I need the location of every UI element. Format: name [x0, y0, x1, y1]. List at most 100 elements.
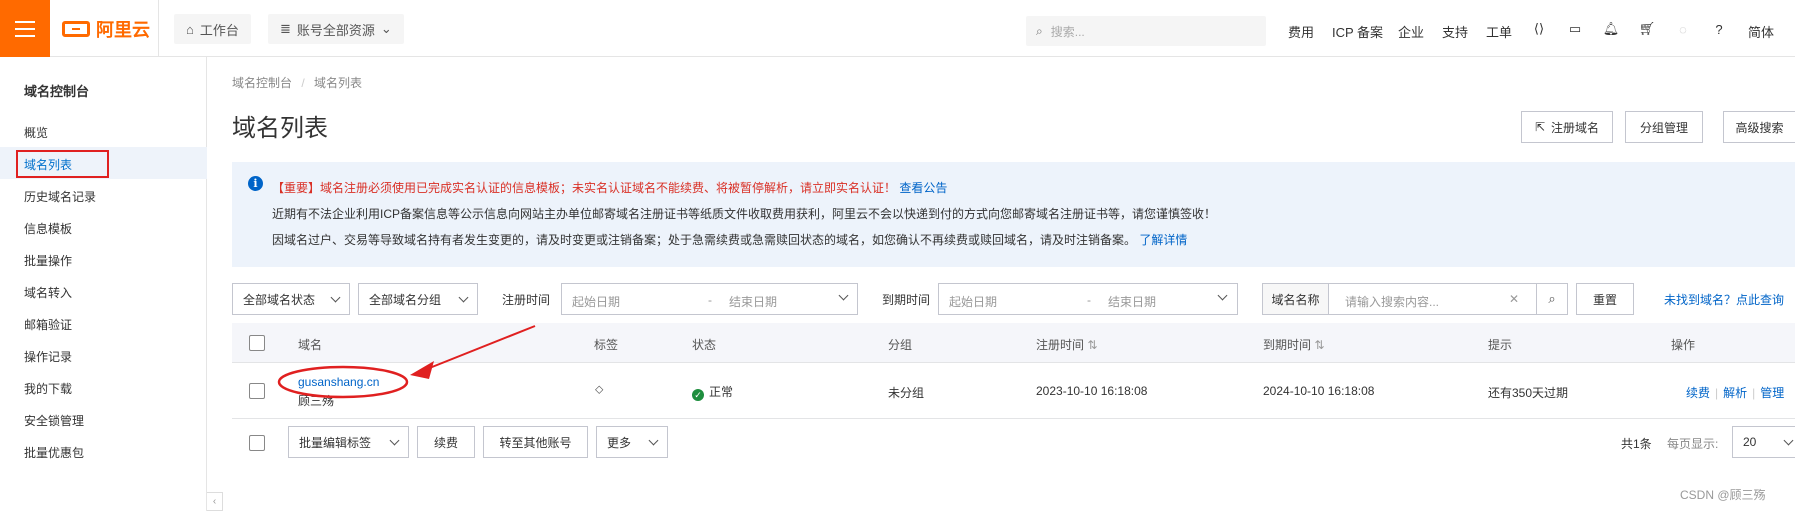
- sidebar-title: 域名控制台: [24, 84, 90, 99]
- reg-end-date[interactable]: 结束日期: [729, 293, 777, 310]
- sidebar-item-overview[interactable]: 概览: [24, 124, 48, 141]
- footer-select-all-checkbox[interactable]: [249, 435, 265, 451]
- reg-time-value: 2023-10-10 16:18:08: [1036, 384, 1148, 398]
- breadcrumb-current: 域名列表: [314, 76, 363, 90]
- sidebar: 域名控制台 概览 域名列表 历史域名记录 信息模板 批量操作 域名转入 邮箱验证…: [0, 57, 207, 511]
- help-icon[interactable]: ?: [1711, 21, 1727, 37]
- sidebar-item-security-lock[interactable]: 安全锁管理: [24, 412, 84, 429]
- breadcrumb-separator: /: [301, 76, 305, 90]
- col-domain: 域名: [298, 338, 323, 352]
- chevron-down-icon: [458, 292, 469, 302]
- sidebar-item-templates[interactable]: 信息模板: [24, 220, 72, 237]
- batch-renew-label: 续费: [433, 435, 458, 450]
- status-cell: ✓ 正常: [692, 383, 733, 401]
- transfer-account-button[interactable]: 转至其他账号: [483, 426, 588, 458]
- group-manage-label: 分组管理: [1639, 120, 1688, 135]
- renew-link[interactable]: 续费: [1686, 386, 1710, 400]
- learn-more-link[interactable]: 了解详情: [1139, 233, 1187, 247]
- col-reg-time[interactable]: 注册时间 ⇅: [1036, 336, 1097, 353]
- watermark: CSDN @顾三殇: [1680, 488, 1766, 502]
- range-separator: -: [1087, 293, 1091, 307]
- bell-icon[interactable]: 🔔︎: [1603, 21, 1620, 37]
- top-link-ticket[interactable]: 工单: [1486, 22, 1512, 41]
- sort-icon: ⇅: [1087, 338, 1098, 352]
- col-expire-time[interactable]: 到期时间 ⇅: [1263, 336, 1324, 353]
- annotation-highlight-box: [16, 150, 109, 178]
- select-all-checkbox[interactable]: [249, 335, 265, 351]
- breadcrumb: 域名控制台 / 域名列表: [232, 74, 362, 91]
- col-hint: 提示: [1488, 338, 1513, 352]
- page-size-select[interactable]: 20: [1732, 426, 1795, 458]
- more-select[interactable]: 更多: [596, 426, 668, 458]
- notice-important-text: 【重要】域名注册必须使用已完成实名认证的信息模板；未实名认证域名不能续费、将被暂…: [272, 181, 897, 195]
- chevron-down-icon: ⌄: [380, 21, 392, 36]
- code-icon[interactable]: ⟨⟩: [1531, 21, 1547, 37]
- search-button[interactable]: ⌕: [1536, 283, 1568, 315]
- expire-hint: 还有350天过期: [1488, 386, 1569, 400]
- sidebar-item-downloads[interactable]: 我的下载: [24, 380, 72, 397]
- search-icon: ⌕: [1548, 291, 1556, 306]
- cart-icon[interactable]: 🛒︎: [1639, 21, 1656, 37]
- sidebar-item-history[interactable]: 历史域名记录: [24, 188, 96, 205]
- sidebar-item-op-log[interactable]: 操作记录: [24, 348, 72, 365]
- sidebar-item-batch[interactable]: 批量操作: [24, 252, 72, 269]
- language-switch[interactable]: 简体: [1748, 22, 1774, 41]
- top-link-support[interactable]: 支持: [1442, 22, 1468, 41]
- row-checkbox[interactable]: [249, 383, 265, 399]
- view-announcement-link[interactable]: 查看公告: [899, 181, 947, 195]
- top-link-icp[interactable]: ICP 备案: [1332, 22, 1383, 41]
- expire-time-range-picker[interactable]: 起始日期 - 结束日期: [938, 283, 1238, 315]
- notice-line-2: 近期有不法企业利用ICP备案信息等公示信息向网站主办单位邮寄域名注册证书等纸质文…: [272, 207, 1217, 221]
- expire-end-date[interactable]: 结束日期: [1108, 293, 1156, 310]
- range-separator: -: [708, 293, 712, 307]
- notice-line-3: 因域名过户、交易等导致域名持有者发生变更的，请及时变更或注销备案；处于急需续费或…: [272, 231, 1187, 248]
- expire-time-label: 到期时间: [882, 293, 931, 307]
- account-scope-select[interactable]: ≣ 账号全部资源 ⌄: [268, 14, 404, 44]
- clear-icon[interactable]: ✕: [1509, 292, 1519, 306]
- search-placeholder: 请输入搜索内容...: [1345, 295, 1440, 309]
- domain-group-select[interactable]: 全部域名分组: [358, 283, 478, 315]
- domain-search-input[interactable]: 域名名称 请输入搜索内容... ✕: [1262, 283, 1537, 315]
- manage-link[interactable]: 管理: [1760, 386, 1784, 400]
- resolve-link[interactable]: 解析: [1723, 386, 1747, 400]
- register-domain-label: 注册域名: [1551, 120, 1600, 135]
- expire-start-date[interactable]: 起始日期: [949, 293, 997, 310]
- group-manage-button[interactable]: 分组管理: [1625, 111, 1703, 143]
- search-key-select[interactable]: 域名名称: [1263, 284, 1329, 314]
- register-domain-button[interactable]: ⇱ 注册域名: [1521, 111, 1613, 143]
- terminal-icon[interactable]: ▭: [1567, 21, 1583, 37]
- top-link-enterprise[interactable]: 企业: [1398, 22, 1424, 41]
- page-title: 域名列表: [232, 115, 328, 142]
- tag-icon[interactable]: ⬦: [595, 382, 603, 397]
- col-tag: 标签: [594, 338, 619, 352]
- batch-edit-tag-select[interactable]: 批量编辑标签: [288, 426, 409, 458]
- domain-status-select[interactable]: 全部域名状态: [232, 283, 350, 315]
- reg-time-range-picker[interactable]: 起始日期 - 结束日期: [561, 283, 858, 315]
- hamburger-menu-button[interactable]: [0, 0, 50, 57]
- batch-renew-button[interactable]: 续费: [417, 426, 475, 458]
- domain-group-value: 全部域名分组: [369, 292, 442, 307]
- bulb-icon[interactable]: ◌: [1675, 21, 1691, 37]
- sidebar-item-transfer-in[interactable]: 域名转入: [24, 284, 72, 301]
- reset-button[interactable]: 重置: [1576, 283, 1634, 315]
- reg-start-date[interactable]: 起始日期: [572, 293, 620, 310]
- aliyun-logo[interactable]: 阿里云: [62, 17, 150, 41]
- reg-time-label: 注册时间: [502, 293, 551, 307]
- status-text: 正常: [709, 385, 734, 399]
- advanced-search-button[interactable]: 高级搜索: [1723, 111, 1795, 143]
- global-search-input[interactable]: ⌕ 搜索...: [1026, 16, 1266, 46]
- breadcrumb-root[interactable]: 域名控制台: [232, 76, 292, 90]
- not-found-query-link[interactable]: 未找到域名？点此查询: [1664, 291, 1784, 308]
- page-size-label: 每页显示:: [1667, 437, 1719, 451]
- col-expire-time-label: 到期时间: [1263, 338, 1312, 352]
- sidebar-item-email-verify[interactable]: 邮箱验证: [24, 316, 72, 333]
- workbench-button[interactable]: ⌂ 工作台: [174, 14, 251, 44]
- sidebar-item-discount[interactable]: 批量优惠包: [24, 444, 84, 461]
- workbench-label: 工作台: [199, 22, 239, 38]
- expire-time-value: 2024-10-10 16:18:08: [1263, 384, 1375, 398]
- notice-line-1: 【重要】域名注册必须使用已完成实名认证的信息模板；未实名认证域名不能续费、将被暂…: [272, 179, 947, 196]
- chevron-down-icon: [330, 292, 341, 302]
- domain-name-link[interactable]: gusanshang.cn: [298, 375, 379, 389]
- top-link-fees[interactable]: 费用: [1288, 22, 1314, 41]
- sidebar-collapse-toggle[interactable]: ‹: [207, 492, 223, 511]
